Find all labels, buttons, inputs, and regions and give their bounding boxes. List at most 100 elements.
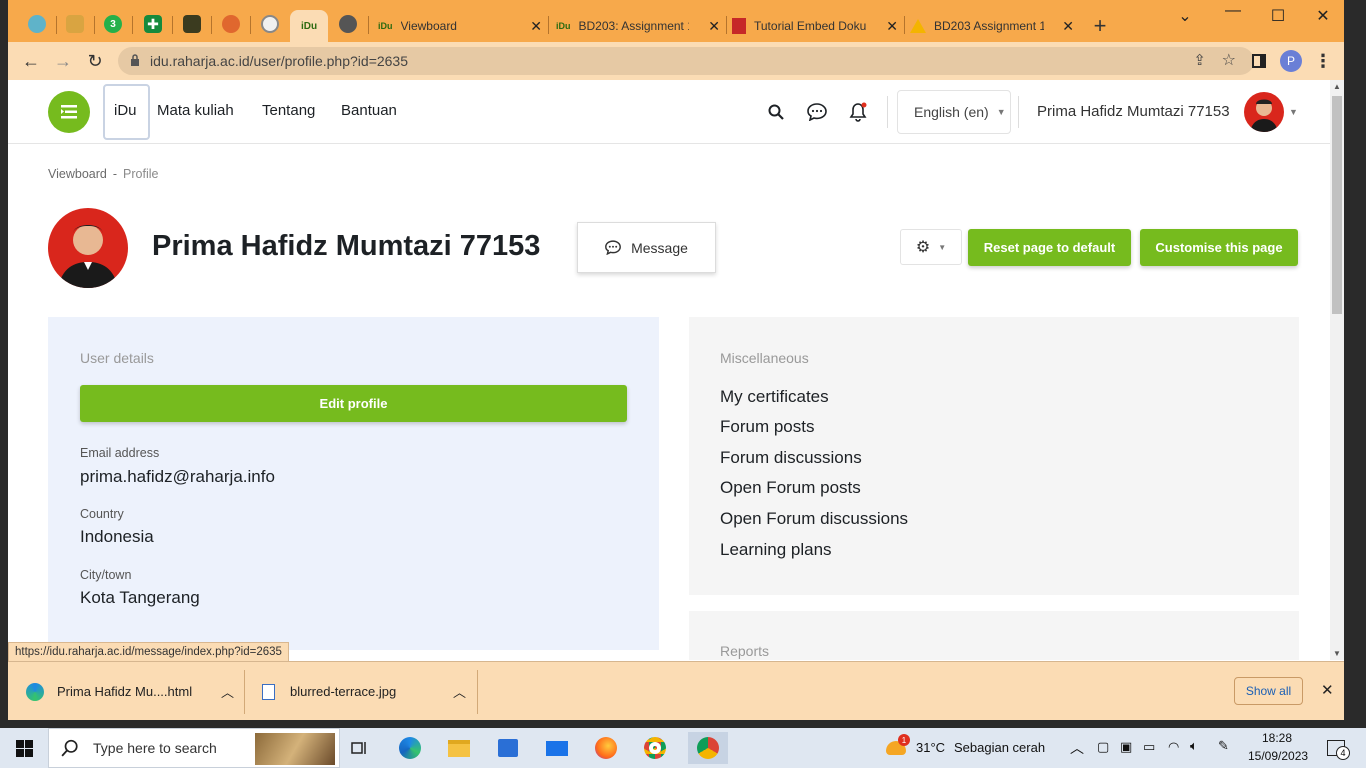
maximize-button[interactable]: ☐ <box>1263 6 1293 26</box>
link-learning-plans[interactable]: Learning plans <box>720 540 832 560</box>
firefox-icon[interactable] <box>590 732 622 764</box>
close-icon[interactable]: ✕ <box>886 18 898 35</box>
breadcrumb-separator: - <box>112 167 118 181</box>
close-icon[interactable]: ✕ <box>530 18 542 35</box>
minimize-button[interactable]: — <box>1218 2 1248 20</box>
bell-icon[interactable] <box>846 100 870 124</box>
scroll-up-icon[interactable]: ▲ <box>1333 82 1341 91</box>
customise-page-button[interactable]: Customise this page <box>1140 229 1298 266</box>
volume-icon[interactable]: 🔈︎ <box>1190 738 1198 754</box>
pinned-tab-icon[interactable] <box>261 15 279 33</box>
back-arrow-icon[interactable]: ← <box>20 50 42 72</box>
show-all-button[interactable]: Show all <box>1234 677 1303 705</box>
whatsapp-tab-icon[interactable]: 3 <box>104 15 122 33</box>
notification-icon[interactable]: 4 <box>1320 732 1352 764</box>
edit-profile-button[interactable]: Edit profile <box>80 385 627 422</box>
caret-down-icon[interactable]: ▼ <box>1289 107 1298 117</box>
reset-page-button[interactable]: Reset page to default <box>968 229 1131 266</box>
search-icon <box>61 739 78 757</box>
globe-tab-icon[interactable] <box>339 15 357 33</box>
tab-separator <box>211 16 212 34</box>
close-window-button[interactable]: ✕ <box>1308 6 1338 26</box>
scrollbar-thumb[interactable] <box>1332 96 1342 314</box>
close-icon[interactable]: ✕ <box>1062 18 1074 35</box>
search-icon[interactable] <box>764 100 788 124</box>
wifi-icon[interactable]: ◠ <box>1168 739 1179 755</box>
address-bar[interactable]: idu.raharja.ac.id/user/profile.php?id=26… <box>118 47 1254 75</box>
mail-icon[interactable] <box>541 732 573 764</box>
profile-avatar[interactable]: P <box>1280 50 1302 72</box>
chrome-icon[interactable] <box>639 732 671 764</box>
avatar[interactable] <box>1244 92 1284 132</box>
new-tab-button[interactable]: + <box>1088 10 1112 42</box>
file-explorer-icon[interactable] <box>443 732 475 764</box>
star-icon[interactable]: ☆ <box>1222 50 1236 70</box>
language-selector[interactable]: English (en) ▼ <box>897 90 1011 134</box>
chrome-profile-icon[interactable] <box>688 732 728 764</box>
status-url: https://idu.raharja.ac.id/message/index.… <box>8 642 289 662</box>
reload-icon[interactable]: ↻ <box>84 50 106 72</box>
store-icon[interactable] <box>492 732 524 764</box>
clock-time[interactable]: 18:28 <box>1262 731 1292 745</box>
search-placeholder: Type here to search <box>93 740 217 756</box>
link-my-certificates[interactable]: My certificates <box>720 387 829 407</box>
tray-icon[interactable]: ▣ <box>1120 739 1132 755</box>
nav-mata-kuliah[interactable]: Mata kuliah <box>157 102 234 119</box>
weather-icon[interactable]: 1 <box>880 732 912 764</box>
tab-viewboard[interactable]: iDu Viewboard ✕ <box>378 10 548 42</box>
download-item[interactable]: Prima Hafidz Mu....html ︿ <box>26 662 240 721</box>
pen-icon[interactable]: ✎ <box>1218 738 1229 754</box>
reports-card: Reports <box>689 611 1299 660</box>
sheets-tab-icon[interactable]: ✚ <box>144 15 162 33</box>
idu-favicon-icon: iDu <box>556 21 571 31</box>
link-open-forum-discussions[interactable]: Open Forum discussions <box>720 509 908 529</box>
download-item[interactable]: blurred-terrace.jpg ︿ <box>262 662 472 721</box>
nav-idu[interactable]: iDu <box>114 102 137 119</box>
clock-date[interactable]: 15/09/2023 <box>1248 749 1308 763</box>
battery-icon[interactable]: ▭ <box>1143 739 1155 755</box>
task-view-icon[interactable] <box>344 732 376 764</box>
site-logo-button[interactable] <box>48 91 90 133</box>
chevron-down-icon[interactable]: ⌄ <box>1170 6 1200 26</box>
settings-menu-button[interactable]: ⚙ ▼ <box>900 229 962 265</box>
chat-icon[interactable] <box>805 100 829 124</box>
nav-bantuan[interactable]: Bantuan <box>341 102 397 119</box>
side-panel-icon[interactable] <box>1248 50 1270 72</box>
pinned-tab-icon[interactable] <box>66 15 84 33</box>
link-forum-posts[interactable]: Forum posts <box>720 417 814 437</box>
forward-arrow-icon[interactable]: → <box>52 50 74 72</box>
pinned-tab-icon[interactable] <box>28 15 46 33</box>
menu-dots-icon[interactable]: ⋮ <box>1312 50 1334 72</box>
scrollbar[interactable]: ▲ ▼ <box>1330 80 1344 660</box>
share-icon[interactable]: ⇪ <box>1193 51 1206 69</box>
edge-icon[interactable] <box>394 732 426 764</box>
windows-start-icon[interactable] <box>8 732 40 764</box>
tab-title: BD203: Assignment 1 <box>578 19 689 33</box>
user-menu-name[interactable]: Prima Hafidz Mumtazi 77153 <box>1037 103 1230 120</box>
chevron-up-icon[interactable]: ︿ <box>453 682 466 701</box>
message-button[interactable]: Message <box>577 222 716 273</box>
menu-list-icon <box>61 105 77 119</box>
tray-icon[interactable]: ▢ <box>1097 739 1109 755</box>
tab-tutorial[interactable]: Tutorial Embed Doku ✕ <box>732 10 904 42</box>
tab-bd203[interactable]: iDu BD203: Assignment 1 ✕ <box>556 10 726 42</box>
downloads-bar: Prima Hafidz Mu....html ︿ blurred-terrac… <box>8 661 1344 720</box>
pinned-tab-icon[interactable] <box>222 15 240 33</box>
link-open-forum-posts[interactable]: Open Forum posts <box>720 478 861 498</box>
pinned-tab-icon[interactable] <box>183 15 201 33</box>
weather-temp[interactable]: 31°C <box>916 740 945 755</box>
chevron-up-icon[interactable]: ︿ <box>1070 738 1084 758</box>
weather-desc[interactable]: Sebagian cerah <box>954 740 1045 755</box>
link-forum-discussions[interactable]: Forum discussions <box>720 448 862 468</box>
nav-tentang[interactable]: Tentang <box>262 102 315 119</box>
tab-idu-active[interactable]: iDu <box>290 10 328 42</box>
breadcrumb-profile: Profile <box>123 167 159 181</box>
close-icon[interactable]: ✕ <box>708 18 720 35</box>
close-icon[interactable]: ✕ <box>1321 681 1334 699</box>
chevron-up-icon[interactable]: ︿ <box>221 682 234 701</box>
taskbar-search-input[interactable]: Type here to search <box>48 728 340 768</box>
scroll-down-icon[interactable]: ▼ <box>1333 649 1341 658</box>
tab-drive[interactable]: BD203 Assignment 1 ✕ <box>910 10 1080 42</box>
breadcrumb-viewboard[interactable]: Viewboard <box>48 167 107 181</box>
email-value[interactable]: prima.hafidz@raharja.info <box>80 467 275 487</box>
